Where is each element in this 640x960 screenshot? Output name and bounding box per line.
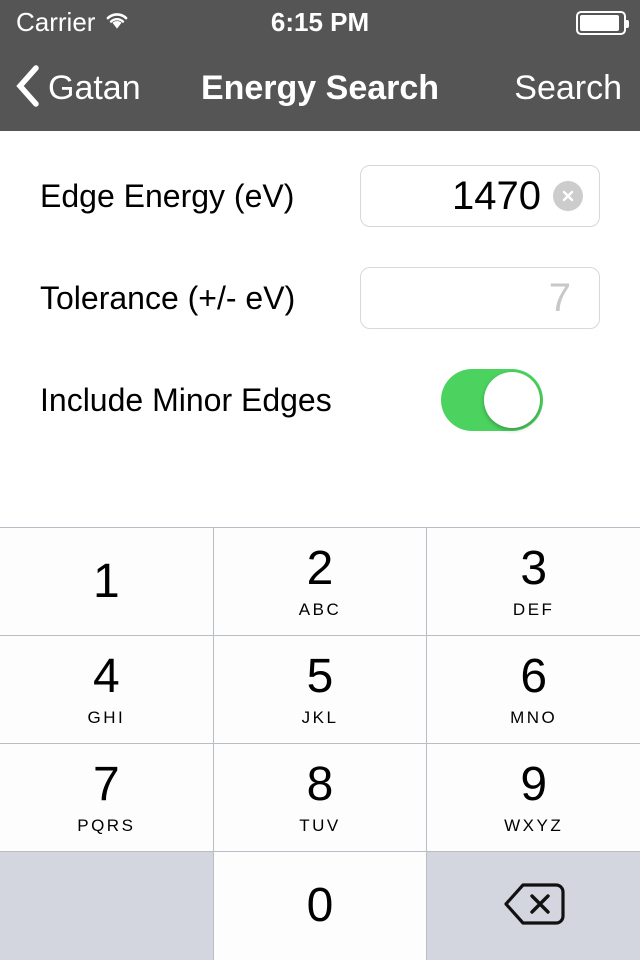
- key-letters: DEF: [512, 600, 555, 619]
- key-blank: [0, 852, 214, 960]
- key-digit: 4: [92, 650, 120, 703]
- battery-fill: [580, 14, 619, 31]
- key-9[interactable]: 9 WXYZ: [427, 744, 640, 852]
- key-0[interactable]: 0: [213, 852, 428, 960]
- key-digit: 0: [306, 879, 334, 932]
- key-1[interactable]: 1: [0, 528, 214, 636]
- key-digit: 7: [92, 758, 120, 811]
- toggle-knob: [484, 372, 540, 428]
- key-digit: 2: [306, 542, 334, 595]
- key-delete[interactable]: [427, 852, 640, 960]
- key-2[interactable]: 2 ABC: [213, 528, 428, 636]
- nav-bar: Gatan Energy Search Search: [0, 45, 640, 131]
- keypad-row: 7 PQRS 8 TUV 9 WXYZ: [0, 744, 640, 852]
- key-letters: JKL: [301, 708, 339, 727]
- search-button[interactable]: Search: [514, 45, 622, 131]
- edge-energy-label: Edge Energy (eV): [40, 177, 295, 214]
- app-screen: Carrier 6:15 PM Gatan Energy Search Sear…: [0, 0, 640, 960]
- key-5[interactable]: 5 JKL: [213, 636, 428, 744]
- key-letters: MNO: [510, 708, 558, 727]
- key-3[interactable]: 3 DEF: [427, 528, 640, 636]
- keypad-row: 1 2 ABC 3 DEF: [0, 528, 640, 636]
- tolerance-label: Tolerance (+/- eV): [40, 279, 296, 316]
- key-7[interactable]: 7 PQRS: [0, 744, 214, 852]
- key-digit: 9: [520, 758, 548, 811]
- key-letters: ABC: [298, 600, 342, 619]
- status-bar-time: 6:15 PM: [270, 7, 370, 37]
- key-letters: PQRS: [77, 816, 136, 835]
- battery-icon: [576, 10, 629, 35]
- edge-energy-input[interactable]: 1470: [360, 165, 600, 227]
- key-8[interactable]: 8 TUV: [213, 744, 428, 852]
- include-minor-edges-row: Include Minor Edges: [0, 361, 640, 439]
- key-letters: WXYZ: [504, 816, 564, 835]
- key-letters: GHI: [87, 708, 126, 727]
- tolerance-placeholder: 7: [548, 276, 571, 320]
- key-digit: 6: [520, 650, 548, 703]
- key-4[interactable]: 4 GHI: [0, 636, 214, 744]
- key-digit: 3: [520, 542, 548, 595]
- keypad-row: 0: [0, 852, 640, 960]
- key-digit: 1: [92, 554, 120, 608]
- status-bar-right: [576, 0, 629, 45]
- include-minor-edges-toggle[interactable]: [441, 369, 543, 431]
- tolerance-input[interactable]: 7: [360, 267, 600, 329]
- tolerance-row: Tolerance (+/- eV) 7: [0, 259, 640, 337]
- include-minor-edges-label: Include Minor Edges: [40, 381, 332, 418]
- edge-energy-value: 1470: [452, 174, 541, 218]
- key-digit: 5: [306, 650, 334, 703]
- status-bar: Carrier 6:15 PM: [0, 0, 640, 45]
- numeric-keypad: 1 2 ABC 3 DEF 4 GHI 5 JKL 6 MNO 7 PQRS 8…: [0, 527, 640, 960]
- key-6[interactable]: 6 MNO: [427, 636, 640, 744]
- clear-circle-icon[interactable]: [553, 181, 583, 211]
- key-digit: 8: [306, 758, 334, 811]
- key-letters: TUV: [299, 816, 341, 835]
- form-area: Edge Energy (eV) 1470 Tolerance (+/- eV)…: [0, 131, 640, 527]
- edge-energy-row: Edge Energy (eV) 1470: [0, 157, 640, 235]
- backspace-delete-icon: [503, 881, 565, 932]
- keypad-row: 4 GHI 5 JKL 6 MNO: [0, 636, 640, 744]
